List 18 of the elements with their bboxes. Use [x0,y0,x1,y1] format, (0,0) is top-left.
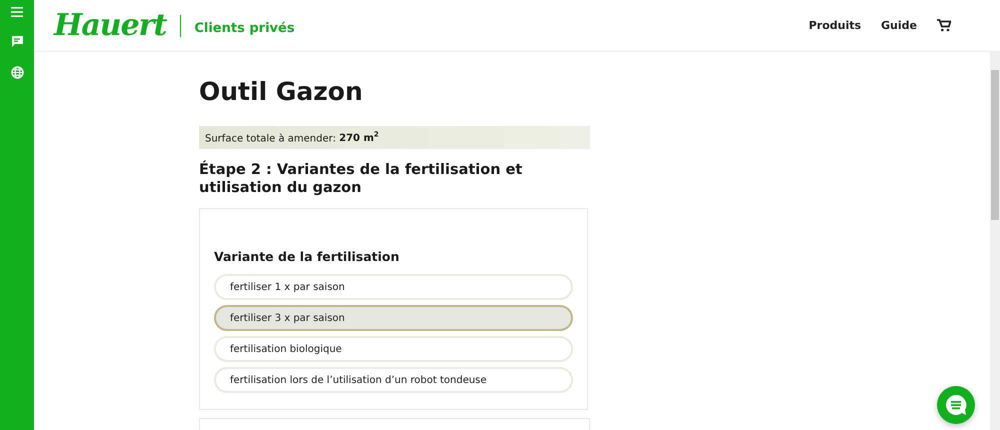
chat-button[interactable] [937,386,975,424]
menu-icon[interactable] [11,7,23,17]
option-button[interactable]: fertiliser 1 x par saison [214,274,573,300]
option-button[interactable]: fertilisation lors de l’utilisation d’un robot tondeuse [214,367,573,394]
chat-icon [945,394,967,416]
step-title: Étape 2 : Variantes de la fertilisation et utilisation du gazon [199,161,524,198]
option-button[interactable]: fertiliser 3 x par saison [214,305,573,332]
scrollbar[interactable] [990,52,1000,430]
section-title: Variante de la fertilisation [214,249,400,264]
cart-icon[interactable] [937,19,951,32]
site-subtitle: Clients privés [194,21,295,36]
globe-icon[interactable] [10,66,24,79]
summary-bar: Surface totale à amender: 270 m$^{2}$ [199,126,590,150]
chat-icon[interactable] [10,35,24,48]
nav-link[interactable]: Guide [881,19,917,32]
option-button[interactable]: fertilisation biologique [214,336,573,362]
nav-link[interactable]: Produits [808,19,862,32]
page-title: Outil Gazon [199,77,364,106]
